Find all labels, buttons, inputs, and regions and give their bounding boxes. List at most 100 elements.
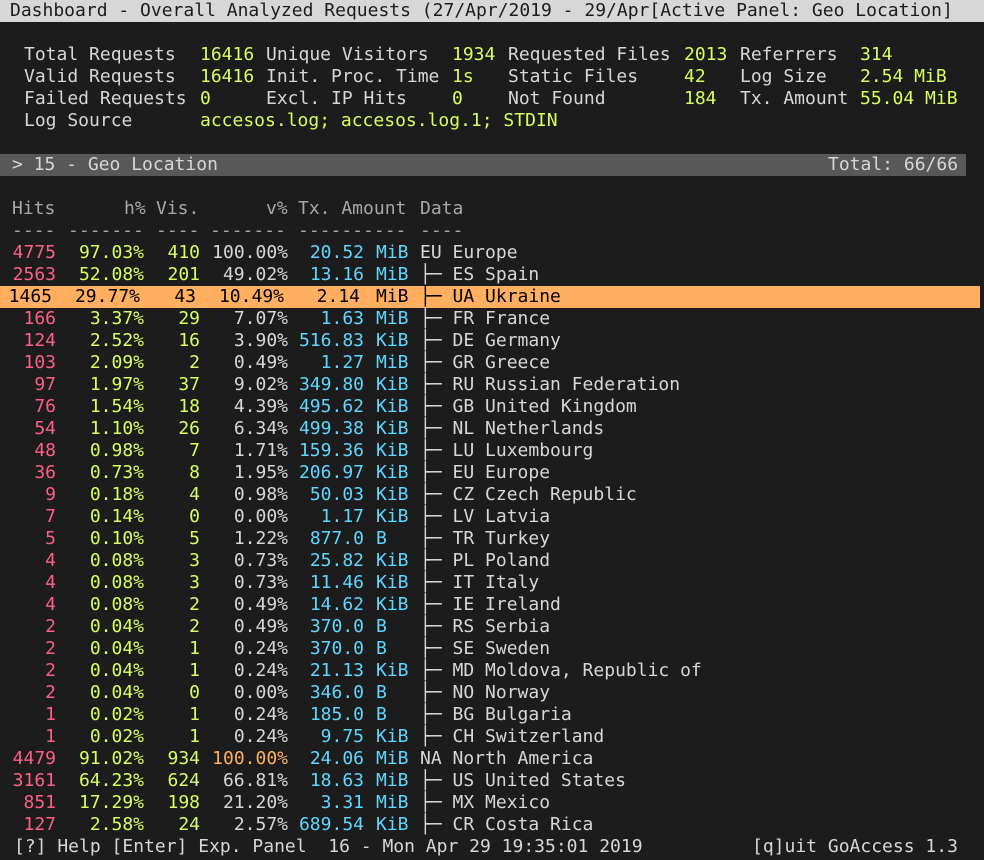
table-row[interactable]: 97 1.97% 37 9.02% 349.80 KiB ├─ RU Russian Fed…: [0, 374, 984, 396]
cell-hits: 4: [45, 572, 56, 593]
cell-visitors: 624: [167, 770, 200, 791]
table-row[interactable]: 76 1.54% 18 4.39% 495.62 KiB ├─ GB United King…: [0, 396, 984, 418]
cell-visitors-percent: 6.34%: [233, 418, 288, 439]
table-row-selected[interactable]: 1465 29.77% 43 10.49% 2.14 MiB ├─ UA Ukraine: [0, 286, 980, 308]
table-row[interactable]: 2563 52.08% 201 49.02% 13.16 MiB ├─ ES Spain: [0, 264, 984, 286]
table-row[interactable]: 54 1.10% 26 6.34% 499.38 KiB ├─ NL Netherlands: [0, 418, 984, 440]
dashboard-title-bar: Dashboard - Overall Analyzed Requests (2…: [0, 0, 984, 22]
cell-visitors-percent: 21.20%: [222, 792, 288, 813]
cell-hits-percent: 1.54%: [89, 396, 144, 417]
cell-hits-percent: 2.58%: [89, 814, 144, 835]
table-row[interactable]: 2 0.04% 1 0.24% 370.0 B ├─ SE Sweden: [0, 638, 984, 660]
stat-label: Total Requests: [24, 44, 176, 65]
table-row[interactable]: 4 0.08% 3 0.73% 11.46 KiB ├─ IT Italy: [0, 572, 984, 594]
cell-hits: 3161: [12, 770, 56, 791]
table-row[interactable]: 4479 91.02% 934 100.00% 24.06 MiB NA North Ame…: [0, 748, 984, 770]
table-row[interactable]: 103 2.09% 2 0.49% 1.27 MiB ├─ GR Greece: [0, 352, 984, 374]
table-row[interactable]: 2 0.04% 1 0.24% 21.13 KiB ├─ MD Moldova, Repub…: [0, 660, 984, 682]
table-row[interactable]: 124 2.52% 16 3.90% 516.83 KiB ├─ DE Germany: [0, 330, 984, 352]
table-row[interactable]: 166 3.37% 29 7.07% 1.63 MiB ├─ FR France: [0, 308, 984, 330]
stat-label: Static Files: [508, 66, 639, 87]
cell-visitors: 4: [189, 484, 200, 505]
cell-tx-unit: KiB: [376, 440, 409, 461]
cell-visitors-percent: 2.57%: [233, 814, 288, 835]
table-row[interactable]: 36 0.73% 8 1.95% 206.97 KiB ├─ EU Europe: [0, 462, 984, 484]
table-row[interactable]: 9 0.18% 4 0.98% 50.03 KiB ├─ CZ Czech Republic: [0, 484, 984, 506]
column-header-visitors: Vis.: [156, 198, 200, 219]
cell-visitors-percent: 10.49%: [218, 286, 284, 307]
cell-visitors-percent: 66.81%: [222, 770, 288, 791]
footer-help: [?] Help [Enter] Exp. Panel 16 - Mon Apr…: [14, 836, 643, 857]
footer-quit[interactable]: [q]uit GoAccess 1.3: [752, 836, 958, 858]
separator: -------: [210, 220, 286, 241]
cell-tx-unit: KiB: [376, 594, 409, 615]
cell-tx-amount: 1.63: [320, 308, 364, 329]
cell-tx-amount: 346.0: [309, 682, 364, 703]
table-row[interactable]: 4775 97.03% 410 100.00% 20.52 MiB EU Europe: [0, 242, 984, 264]
table-row[interactable]: 4 0.08% 3 0.73% 25.82 KiB ├─ PL Poland: [0, 550, 984, 572]
cell-data: ├─ CH Switzerland: [420, 726, 605, 747]
cell-hits-percent: 0.04%: [89, 616, 144, 637]
cell-tx-amount: 516.83: [298, 330, 364, 351]
cell-visitors-percent: 0.49%: [233, 594, 288, 615]
cell-tx-unit: MiB: [376, 286, 409, 307]
cell-tx-amount: 9.75: [320, 726, 364, 747]
cell-hits-percent: 1.10%: [89, 418, 144, 439]
cell-data: ├─ GB United Kingdom: [420, 396, 637, 417]
cell-hits: 2: [45, 682, 56, 703]
column-separators: ---- ------- ---- ------- ---------- ---…: [0, 220, 984, 242]
cell-tx-amount: 3.31: [320, 792, 364, 813]
cell-visitors: 2: [189, 616, 200, 637]
stats-row-3: Failed Requests 0 Excl. IP Hits 0 Not Fo…: [0, 88, 984, 110]
stat-value: 2.54 MiB: [860, 66, 947, 87]
cell-visitors: 18: [178, 396, 200, 417]
table-row[interactable]: 3161 64.23% 624 66.81% 18.63 MiB ├─ US United …: [0, 770, 984, 792]
table-row[interactable]: 1 0.02% 1 0.24% 185.0 B ├─ BG Bulgaria: [0, 704, 984, 726]
cell-hits: 4775: [12, 242, 56, 263]
stats-row-1: Total Requests 16416 Unique Visitors 193…: [0, 44, 984, 66]
cell-visitors: 201: [167, 264, 200, 285]
cell-data: EU Europe: [420, 242, 518, 263]
table-row[interactable]: 127 2.58% 24 2.57% 689.54 KiB ├─ CR Costa Rica: [0, 814, 984, 836]
cell-tx-amount: 495.62: [298, 396, 364, 417]
cell-data: ├─ TR Turkey: [420, 528, 551, 549]
cell-visitors: 1: [189, 704, 200, 725]
cell-visitors-percent: 4.39%: [233, 396, 288, 417]
cell-hits: 4: [45, 594, 56, 615]
panel-title: > 15 - Geo Location: [12, 154, 218, 175]
cell-visitors-percent: 0.73%: [233, 572, 288, 593]
cell-tx-unit: B: [376, 638, 387, 659]
cell-tx-amount: 25.82: [309, 550, 364, 571]
stat-label: Requested Files: [508, 44, 671, 65]
table-row[interactable]: 2 0.04% 2 0.49% 370.0 B ├─ RS Serbia: [0, 616, 984, 638]
column-header-tx-amount: Tx. Amount: [298, 198, 407, 219]
table-row[interactable]: 48 0.98% 7 1.71% 159.36 KiB ├─ LU Luxembourg: [0, 440, 984, 462]
cell-visitors: 43: [174, 286, 196, 307]
cell-tx-unit: KiB: [376, 396, 409, 417]
cell-tx-unit: MiB: [376, 352, 409, 373]
cell-visitors-percent: 100.00%: [212, 242, 288, 263]
table-row[interactable]: 851 17.29% 198 21.20% 3.31 MiB ├─ MX Mexico: [0, 792, 984, 814]
table-row[interactable]: 7 0.14% 0 0.00% 1.17 KiB ├─ LV Latvia: [0, 506, 984, 528]
cell-visitors: 7: [189, 440, 200, 461]
cell-tx-unit: KiB: [376, 330, 409, 351]
cell-data: ├─ LV Latvia: [420, 506, 551, 527]
cell-tx-amount: 159.36: [298, 440, 364, 461]
cell-hits: 54: [34, 418, 56, 439]
cell-hits: 127: [23, 814, 56, 835]
cell-hits: 4: [45, 550, 56, 571]
table-row[interactable]: 1 0.02% 1 0.24% 9.75 KiB ├─ CH Switzerland: [0, 726, 984, 748]
table-row[interactable]: 2 0.04% 0 0.00% 346.0 B ├─ NO Norway: [0, 682, 984, 704]
cell-hits: 2: [45, 660, 56, 681]
panel-header-bar[interactable]: > 15 - Geo Location Total: 66/66: [0, 154, 966, 176]
table-row[interactable]: 4 0.08% 2 0.49% 14.62 KiB ├─ IE Ireland: [0, 594, 984, 616]
cell-visitors: 410: [167, 242, 200, 263]
cell-tx-amount: 14.62: [309, 594, 364, 615]
table-row[interactable]: 5 0.10% 5 1.22% 877.0 B ├─ TR Turkey: [0, 528, 984, 550]
cell-visitors-percent: 1.71%: [233, 440, 288, 461]
cell-data: ├─ RS Serbia: [420, 616, 551, 637]
cell-hits-percent: 0.14%: [89, 506, 144, 527]
stat-value: 0: [452, 88, 463, 109]
stat-value: 0: [200, 88, 211, 109]
cell-visitors: 5: [189, 528, 200, 549]
